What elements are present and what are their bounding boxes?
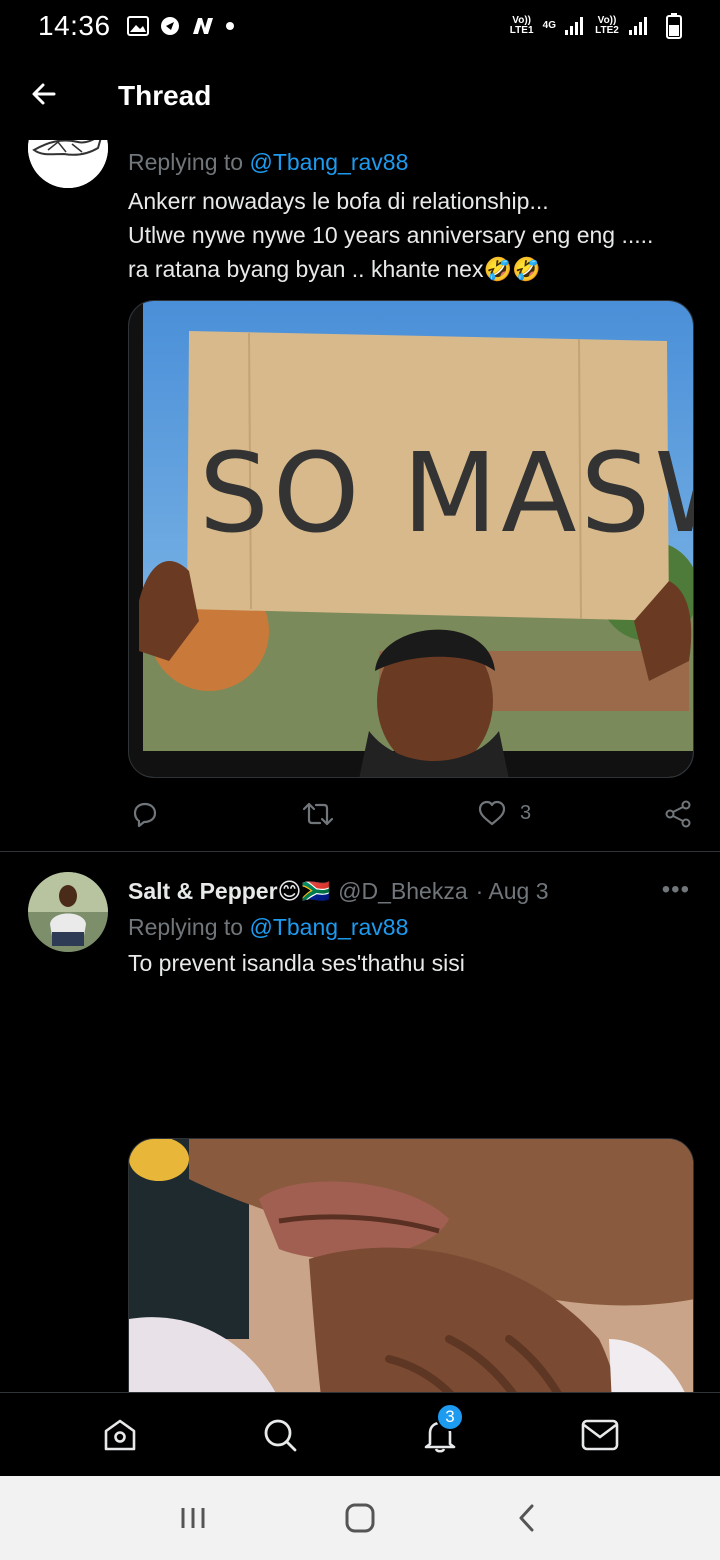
home-icon xyxy=(104,1419,136,1450)
thread-feed[interactable]: Replying to @Tbang_rav88 Ankerr nowadays… xyxy=(0,140,720,1392)
heart-icon xyxy=(478,800,506,826)
tweet-image[interactable]: SO MASWE xyxy=(128,300,694,778)
mail-icon xyxy=(581,1419,619,1450)
share-icon xyxy=(665,800,691,828)
thread-header: Thread xyxy=(0,52,720,140)
replying-to: Replying to @Tbang_rav88 xyxy=(128,910,694,944)
home-system-button[interactable] xyxy=(330,1488,390,1548)
tweet-text: To prevent isandla ses'thathu sisi xyxy=(128,950,465,976)
reply-icon xyxy=(133,802,157,828)
reply-button[interactable] xyxy=(130,800,158,828)
gallery-icon xyxy=(126,16,149,36)
tweet-text-line: Ankerr nowadays le bofa di relationship.… xyxy=(128,188,549,214)
status-right-icons: Vo)) LTE1 4G Vo)) LTE2 xyxy=(509,13,682,39)
nav-messages[interactable] xyxy=(570,1405,630,1465)
back-button[interactable] xyxy=(16,68,72,124)
location-icon xyxy=(159,15,181,37)
more-options-button[interactable]: ••• xyxy=(662,876,690,904)
page-title: Thread xyxy=(118,80,212,111)
display-name[interactable]: Salt & Pepper😊🇿🇦 xyxy=(128,878,330,905)
tweet-image[interactable] xyxy=(128,1138,694,1392)
tweet-text-line: ra ratana byang byan .. khante nex🤣🤣 xyxy=(128,256,541,282)
network-type-label: 4G xyxy=(542,20,556,31)
signal-icon xyxy=(628,16,650,36)
home-square-icon xyxy=(345,1503,375,1533)
avatar[interactable] xyxy=(28,872,108,952)
status-time: 14:36 xyxy=(38,10,111,41)
avatar[interactable] xyxy=(28,140,108,188)
system-navigation-bar xyxy=(0,1476,720,1560)
signal-icon xyxy=(564,16,586,36)
like-count: 3 xyxy=(520,801,532,824)
tweet-text: Ankerr nowadays le bofa di relationship.… xyxy=(128,184,694,286)
notification-badge: 3 xyxy=(436,1402,464,1431)
tweet[interactable]: Replying to @Tbang_rav88 Ankerr nowadays… xyxy=(0,140,720,850)
like-button[interactable]: 3 xyxy=(478,800,531,826)
retweet-button[interactable] xyxy=(302,800,334,828)
nav-home[interactable] xyxy=(90,1405,150,1465)
search-icon xyxy=(264,1419,297,1451)
battery-icon xyxy=(666,13,682,39)
replying-prefix: Replying to xyxy=(128,914,250,940)
dot-icon xyxy=(225,21,235,31)
back-system-button[interactable] xyxy=(497,1488,557,1548)
bottom-navigation: 3 xyxy=(0,1392,720,1476)
replying-to: Replying to @Tbang_rav88 xyxy=(128,146,694,178)
n-app-icon xyxy=(191,16,215,36)
status-bar: 14:36 Vo)) LTE1 4G Vo)) LTE2 xyxy=(0,0,720,52)
tweet-text-line: Utlwe nywe nywe 10 years anniversary eng… xyxy=(128,222,654,248)
sign-text: SO MASWE xyxy=(199,429,694,557)
replying-prefix: Replying to xyxy=(128,149,250,175)
reply-handle-link[interactable]: @Tbang_rav88 xyxy=(249,149,408,175)
status-notification-icons xyxy=(126,15,235,37)
nav-notifications[interactable]: 3 xyxy=(410,1402,470,1465)
nav-search[interactable] xyxy=(250,1405,310,1465)
tweet[interactable]: Salt & Pepper😊🇿🇦 @D_Bhekza · Aug 3 Reply… xyxy=(0,852,720,1392)
arrow-left-icon xyxy=(30,80,58,113)
sim2-label: Vo)) LTE2 xyxy=(595,15,619,36)
retweet-icon xyxy=(302,802,334,826)
recent-apps-icon xyxy=(181,1508,205,1528)
tweet-date: · Aug 3 xyxy=(475,877,549,904)
share-button[interactable] xyxy=(664,800,692,828)
sim1-label: Vo)) LTE1 xyxy=(509,15,534,36)
recent-apps-button[interactable] xyxy=(163,1488,223,1548)
tweet-author-row: Salt & Pepper😊🇿🇦 @D_Bhekza · Aug 3 xyxy=(128,874,694,908)
author-handle[interactable]: @D_Bhekza xyxy=(338,878,467,905)
chevron-left-icon xyxy=(519,1504,534,1532)
reply-handle-link[interactable]: @Tbang_rav88 xyxy=(249,914,408,940)
